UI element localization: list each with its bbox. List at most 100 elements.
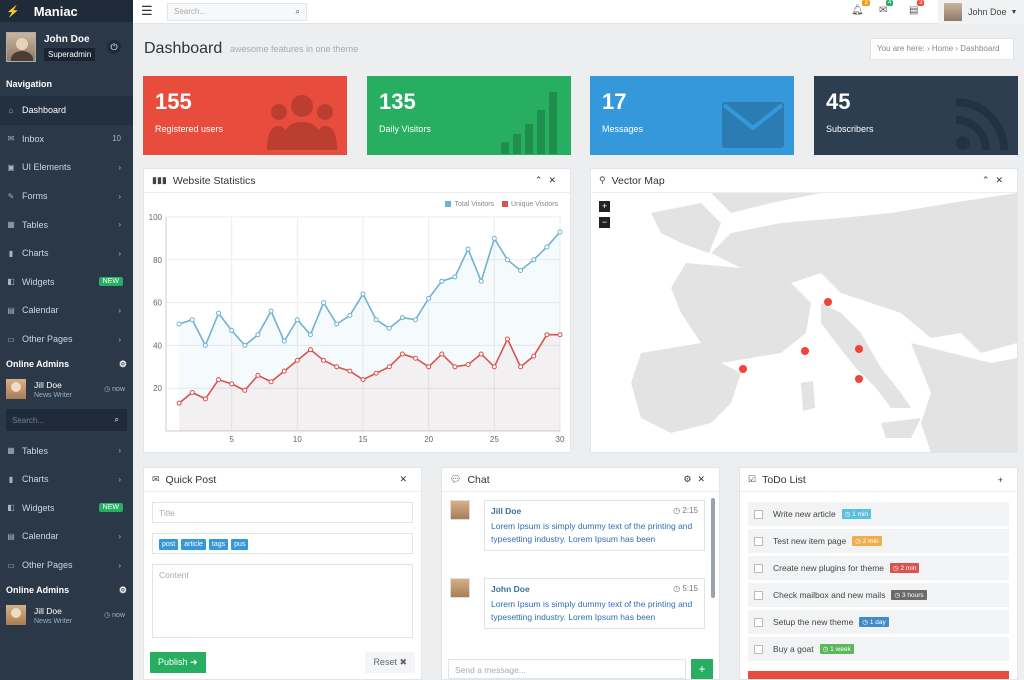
top-search-input[interactable]: Search... ⌕ (167, 3, 307, 21)
chevron-right-icon: › (118, 162, 121, 172)
stat-card-messages[interactable]: 17 Messages (590, 76, 794, 155)
sidebar-item-ui-elements[interactable]: ▣ UI Elements › (0, 153, 133, 182)
data-point (242, 342, 248, 348)
gear-icon[interactable]: ⚙ (119, 359, 127, 370)
x-tick-label: 10 (293, 435, 302, 444)
sidebar-item-other-pages[interactable]: ▭ Other Pages › (0, 551, 133, 580)
users-icon (267, 95, 337, 150)
x-tick-label: 25 (490, 435, 499, 444)
sidebar-item-tables[interactable]: ▦ Tables › (0, 210, 133, 239)
todo-checkbox[interactable] (754, 509, 763, 519)
panel-controls[interactable]: ⚙✕ (683, 474, 711, 485)
top-user-menu[interactable]: John Doe ▼ (938, 0, 1024, 24)
tag[interactable]: post (159, 539, 179, 550)
todo-item[interactable]: Check mailbox and new mails ◷ 3 hours (748, 583, 1009, 607)
data-point (294, 317, 300, 323)
chat-sender[interactable]: John Doe (491, 584, 698, 594)
todo-checkbox[interactable] (754, 563, 763, 573)
chat-message: John Doe ◷ 5:15 Lorem Ipsum is simply du… (450, 578, 705, 629)
content-textarea[interactable]: Content (152, 564, 413, 638)
todo-item[interactable]: Test new item page ◷ 2 min (748, 529, 1009, 553)
search-icon[interactable]: ⌕ (296, 4, 300, 20)
line-chart[interactable]: 20 40 60 80 100 5 10 15 20 25 30 (144, 193, 570, 453)
stat-card-users[interactable]: 155 Registered users (143, 76, 347, 155)
menu-icon[interactable]: ☰ (141, 4, 153, 17)
panel-controls[interactable]: ⌃✕ (982, 175, 1009, 186)
checkbox-icon: ☑ (748, 474, 757, 484)
add-icon[interactable]: + (998, 475, 1009, 485)
stat-card-subscribers[interactable]: 45 Subscribers (814, 76, 1018, 155)
panel-controls[interactable]: ⌃✕ (535, 175, 562, 186)
tasks-icon[interactable]: ▤ 3 (909, 0, 925, 16)
brand[interactable]: ⚡ Maniac (0, 0, 133, 22)
todo-checkbox[interactable] (754, 590, 763, 600)
stat-label: Registered users (155, 124, 224, 134)
topbar: ☰ Search... ⌕ 🔔︎ 3 ✉ 4 ▤ 3 John Doe ▼ (133, 0, 1024, 24)
sidebar-item-other-pages[interactable]: ▭ Other Pages › (0, 325, 133, 354)
close-icon[interactable]: ✕ (399, 474, 413, 485)
tag[interactable]: pus (231, 539, 249, 550)
sidebar-item-charts[interactable]: ▮ Charts › (0, 465, 133, 494)
title-input[interactable]: Title (152, 502, 413, 523)
todo-badge: ◷ 1 min (841, 509, 872, 519)
online-admin-item[interactable]: Jill Doe News Writer ◷ now (0, 375, 133, 403)
chat-sender[interactable]: Jill Doe (491, 506, 698, 516)
map[interactable]: + − (591, 193, 1017, 452)
todo-item[interactable]: Setup the new theme ◷ 1 day (748, 610, 1009, 634)
tag[interactable]: article (181, 539, 206, 550)
tags-input[interactable]: post article tags pus (152, 533, 413, 554)
todo-checkbox[interactable] (754, 644, 763, 654)
todo-checkbox[interactable] (754, 536, 763, 546)
chat-input[interactable]: Send a message... (448, 659, 686, 679)
todo-item[interactable]: Create new plugins for theme ◷ 2 min (748, 556, 1009, 580)
chat-message: Jill Doe ◷ 2:15 Lorem Ipsum is simply du… (450, 500, 705, 551)
sidebar-item-calendar[interactable]: ▤ Calendar › (0, 296, 133, 325)
online-admin-item[interactable]: Jill Doe News Writer ◷ now (0, 601, 133, 629)
data-point (386, 364, 392, 370)
data-point (504, 257, 510, 263)
reset-button[interactable]: Reset ✖ (365, 652, 415, 673)
scrollbar[interactable] (711, 498, 715, 598)
todo-item[interactable]: Buy a goat ◷ 1 week (748, 637, 1009, 661)
calendar-icon: ▤ (7, 531, 15, 541)
tag[interactable]: tags (208, 539, 229, 550)
dashboard-icon: ⌂ (8, 105, 14, 115)
sidebar-item-calendar[interactable]: ▤ Calendar › (0, 522, 133, 551)
panel-header: 💬︎ Chat ⚙✕ (442, 468, 719, 492)
data-point (465, 362, 471, 368)
sidebar-item-label: Tables (22, 219, 49, 230)
sidebar-item-inbox[interactable]: ✉ Inbox 10 (0, 125, 133, 154)
todo-item[interactable]: Write new article ◷ 1 min (748, 502, 1009, 526)
data-point (216, 310, 222, 316)
chevron-right-icon: › (118, 191, 121, 201)
sidebar-item-dashboard[interactable]: ⌂ Dashboard (0, 96, 133, 125)
sidebar-item-widgets[interactable]: ◧ Widgets NEW (0, 494, 133, 523)
notification-count: 4 (886, 0, 894, 6)
sidebar-item-label: Widgets (22, 502, 55, 513)
sidebar-item-label: Widgets (22, 276, 55, 287)
sidebar-item-forms[interactable]: ✎ Forms › (0, 182, 133, 211)
caret-down-icon: ▼ (1010, 8, 1018, 16)
todo-badge: ◷ 3 hours (891, 590, 927, 600)
power-icon[interactable]: ⏻ (107, 40, 121, 54)
avatar[interactable] (6, 32, 36, 62)
sidebar-search-input[interactable]: Search... ⌕ (6, 409, 127, 432)
zoom-out-button[interactable]: − (599, 217, 610, 228)
zoom-in-button[interactable]: + (599, 201, 610, 212)
data-point (504, 336, 510, 342)
search-icon[interactable]: ⌕ (115, 415, 119, 425)
publish-button[interactable]: Publish ➜ (150, 652, 206, 673)
stat-card-visitors[interactable]: 135 Daily Visitors (367, 76, 571, 155)
add-task-button[interactable] (748, 671, 1009, 679)
breadcrumb[interactable]: You are here: › Home › Dashboard (870, 38, 1014, 60)
sidebar-item-widgets[interactable]: ◧ Widgets NEW (0, 268, 133, 297)
send-button[interactable]: + (691, 659, 713, 679)
mail-icon[interactable]: ✉ 4 (879, 0, 894, 16)
todo-checkbox[interactable] (754, 617, 763, 627)
sidebar-item-charts[interactable]: ▮ Charts › (0, 239, 133, 268)
bell-icon[interactable]: 🔔︎ 3 (851, 0, 870, 16)
data-point (176, 400, 182, 406)
gear-icon[interactable]: ⚙ (119, 585, 127, 596)
x-tick-label: 30 (556, 435, 565, 444)
sidebar-item-tables[interactable]: ▦ Tables › (0, 436, 133, 465)
